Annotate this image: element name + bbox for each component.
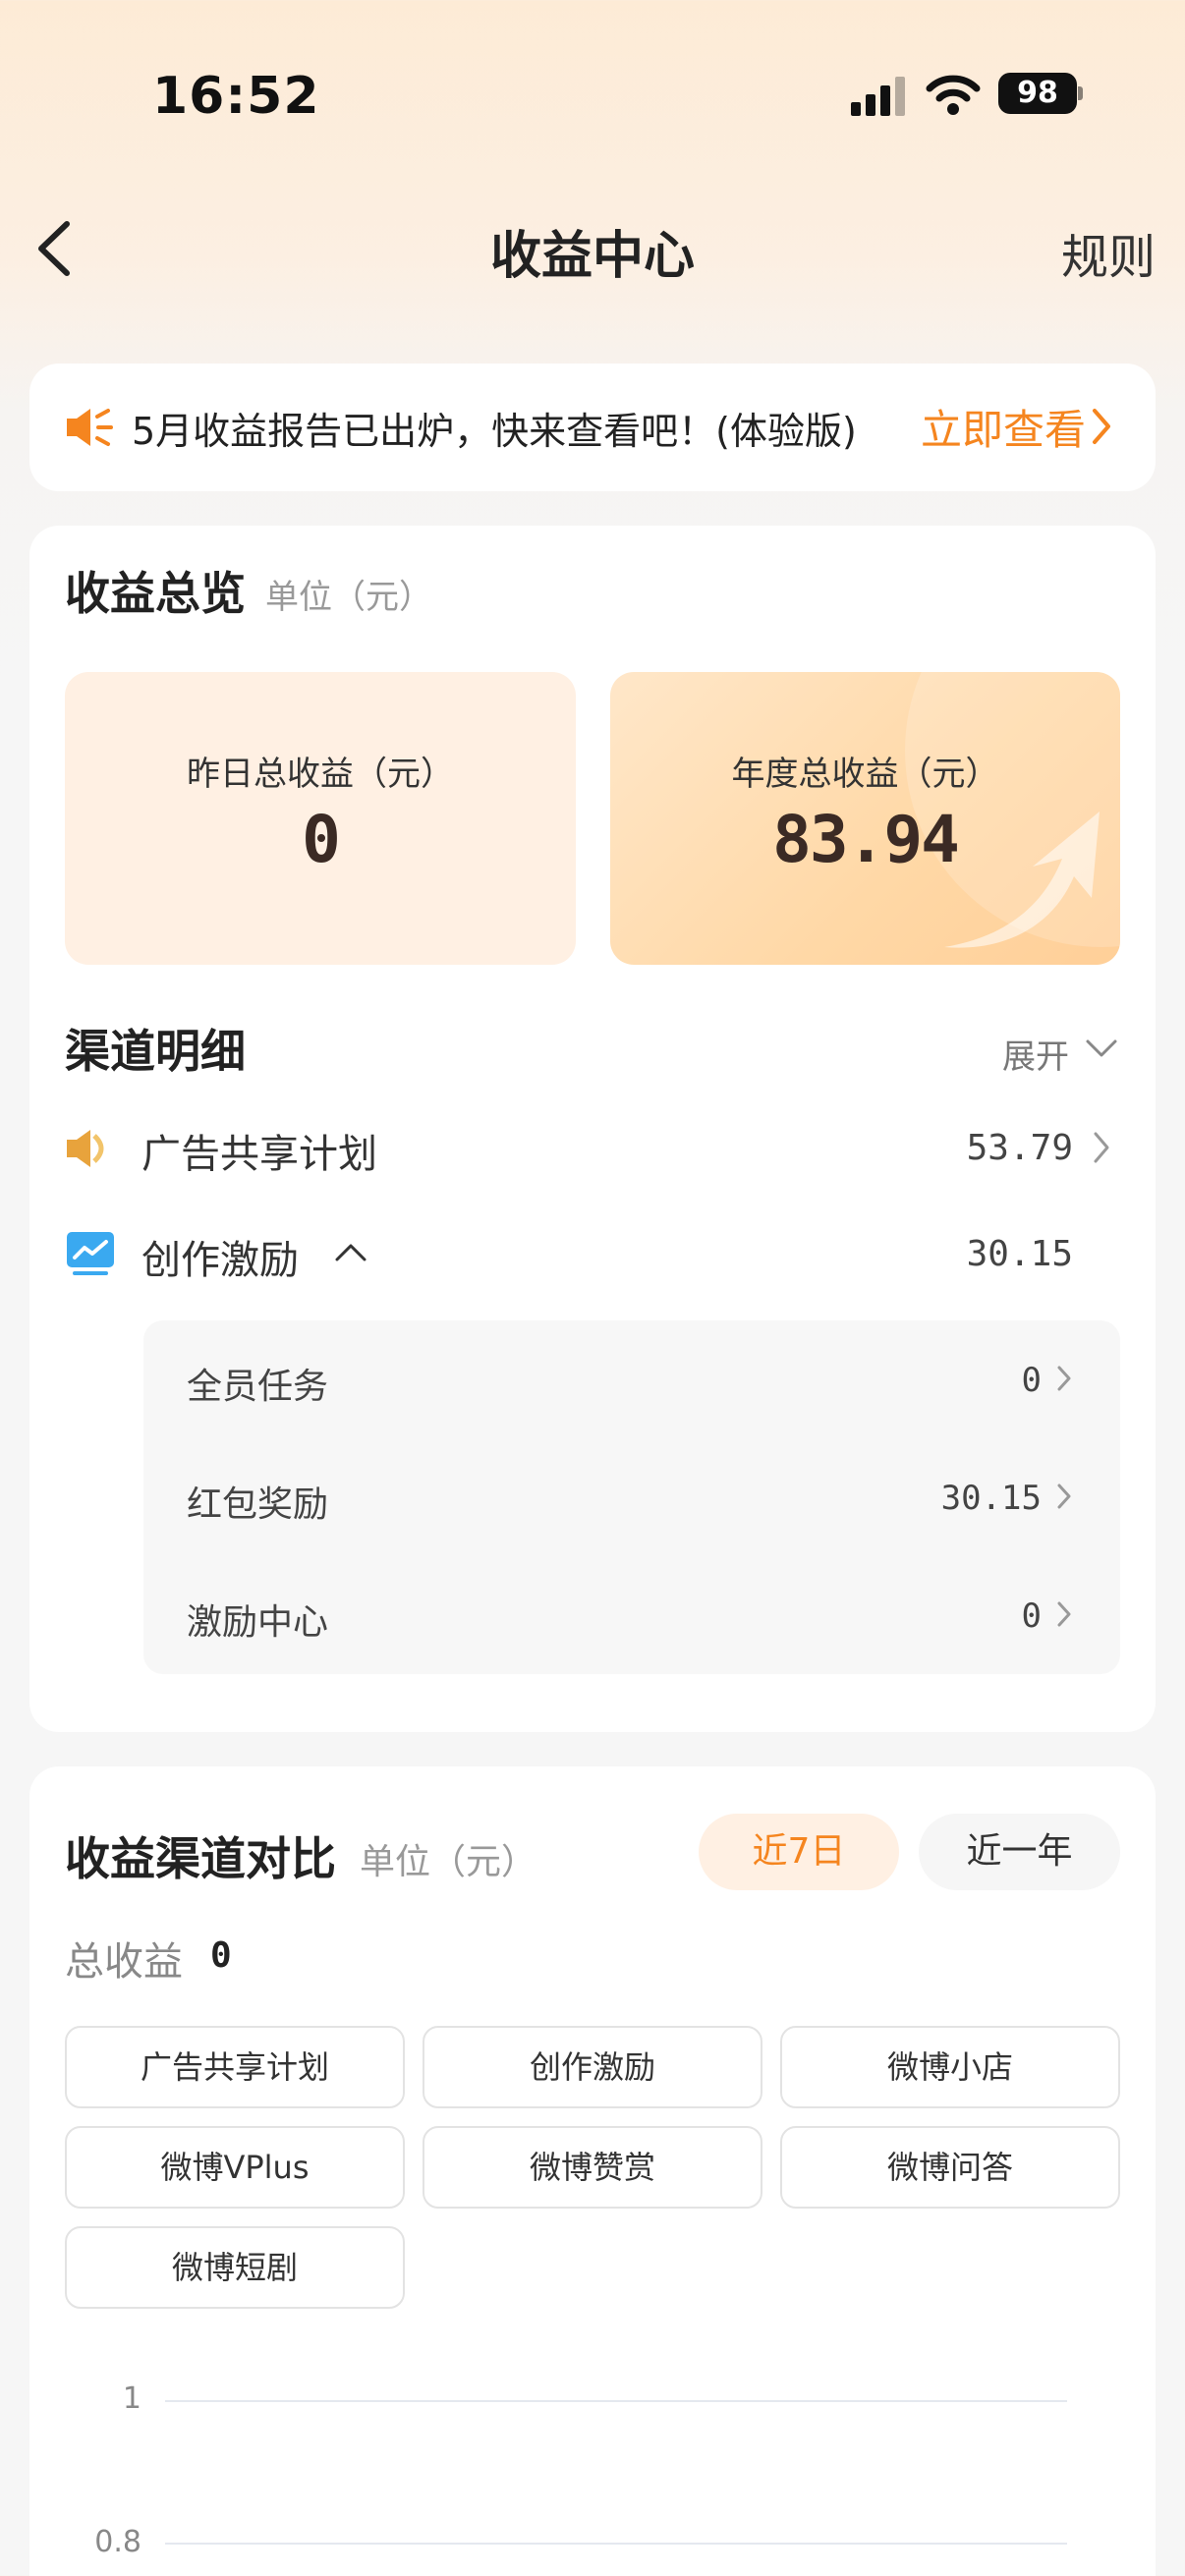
yesterday-earnings-box[interactable]: 昨日总收益（元） 0	[65, 672, 576, 965]
expand-toggle[interactable]: 展开	[1002, 1030, 1069, 1078]
chevron-right-icon[interactable]	[1055, 1482, 1073, 1511]
battery-indicator: 98	[998, 73, 1077, 114]
channel-value-creation-incentive: 30.15	[966, 1234, 1073, 1274]
chevron-up-icon[interactable]	[334, 1242, 367, 1263]
channel-chip[interactable]: 微博问答	[780, 2126, 1120, 2209]
channel-chip[interactable]: 广告共享计划	[65, 2026, 405, 2108]
chevron-right-icon[interactable]	[1091, 1130, 1112, 1165]
comparison-title: 收益渠道对比	[65, 1832, 336, 1885]
chart-icon	[67, 1232, 114, 1275]
sub-value-red-packet: 30.15	[940, 1479, 1042, 1518]
channel-chip[interactable]: 微博短剧	[65, 2226, 405, 2309]
chevron-right-icon[interactable]	[1055, 1364, 1073, 1393]
annual-earnings-box[interactable]: 年度总收益（元） 83.94	[610, 672, 1120, 965]
status-time: 16:52	[152, 67, 320, 126]
annual-value: 83.94	[772, 802, 960, 877]
chevron-right-icon[interactable]	[1055, 1599, 1073, 1629]
banner-text: 5月收益报告已出炉，快来查看吧！(体验版)	[132, 410, 857, 453]
battery-cap	[1078, 86, 1083, 100]
gridline	[165, 2543, 1067, 2545]
total-earnings-value: 0	[210, 1935, 232, 1976]
sub-label-red-packet[interactable]: 红包奖励	[187, 1476, 328, 1527]
overview-title: 收益总览	[65, 567, 246, 620]
sub-label-all-tasks[interactable]: 全员任务	[187, 1358, 328, 1409]
yesterday-label: 昨日总收益（元）	[187, 755, 454, 794]
channel-detail-title: 渠道明细	[65, 1025, 246, 1078]
annual-label: 年度总收益（元）	[731, 755, 999, 794]
sub-label-incentive-center[interactable]: 激励中心	[187, 1594, 328, 1645]
channel-chip[interactable]: 创作激励	[423, 2026, 762, 2108]
sub-value-incentive-center: 0	[1021, 1596, 1042, 1636]
channel-value-ad-share: 53.79	[966, 1128, 1073, 1168]
channel-chip[interactable]: 微博VPlus	[65, 2126, 405, 2209]
total-earnings-label: 总收益	[65, 1939, 183, 1985]
yesterday-value: 0	[302, 802, 341, 877]
comparison-unit: 单位（元）	[360, 1842, 537, 1882]
chevron-right-icon	[1093, 409, 1110, 444]
speaker-icon	[67, 409, 113, 446]
channel-label-ad-share[interactable]: 广告共享计划	[141, 1122, 377, 1179]
chevron-down-icon[interactable]	[1085, 1037, 1118, 1059]
overview-unit: 单位（元）	[265, 578, 432, 617]
y-axis-tick-label: 1	[122, 2381, 141, 2416]
signal-icon	[851, 77, 906, 116]
rules-link[interactable]: 规则	[1061, 218, 1156, 287]
megaphone-icon	[67, 1130, 104, 1167]
sub-value-all-tasks: 0	[1021, 1361, 1042, 1400]
tab-7-days[interactable]: 近7日	[699, 1814, 899, 1890]
view-now-link[interactable]: 立即查看	[921, 397, 1086, 457]
channel-label-creation-incentive[interactable]: 创作激励	[141, 1228, 299, 1285]
gridline	[165, 2400, 1067, 2402]
y-axis-tick-label: 0.8	[94, 2525, 141, 2559]
channel-chip[interactable]: 微博小店	[780, 2026, 1120, 2108]
wifi-icon	[926, 75, 981, 115]
channel-chip[interactable]: 微博赞赏	[423, 2126, 762, 2209]
page-title: 收益中心	[489, 227, 695, 286]
tab-1-year[interactable]: 近一年	[919, 1814, 1120, 1890]
